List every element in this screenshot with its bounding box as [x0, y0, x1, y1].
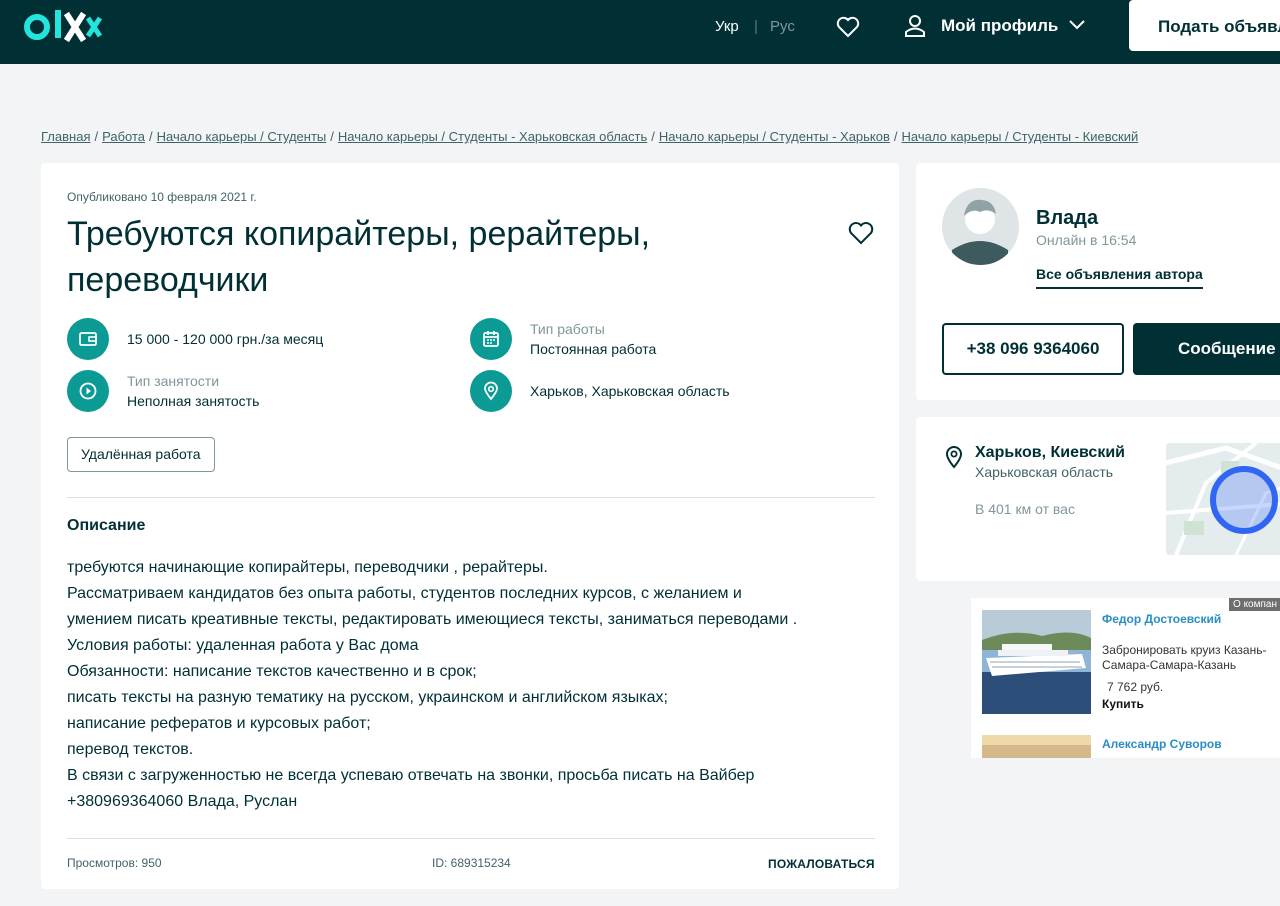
post-ad-button[interactable]: Подать объявл [1129, 0, 1280, 51]
description-line: Обязанности: написание текстов качествен… [67, 663, 477, 680]
listing-id: ID: 689315234 [432, 856, 511, 870]
description-line: Условия работы: удаленная работа у Вас д… [67, 637, 419, 654]
seller-name: Влада [1036, 207, 1099, 229]
description-line: перевод текстов. [67, 741, 194, 758]
breadcrumb: Главная / Работа / Начало карьеры / Студенты… [41, 129, 1139, 144]
ad-about-badge[interactable]: О компан [1229, 598, 1280, 611]
description-line: написание рефератов и курсовых работ; [67, 715, 371, 732]
lang-ukr-link[interactable]: Укр [715, 18, 739, 35]
breadcrumb-kharkiv-region[interactable]: Начало карьеры / Студенты - Харьковская … [338, 129, 647, 144]
work-type-value: Постоянная работа [530, 341, 657, 357]
location-pin-icon [470, 370, 512, 412]
work-type-label: Тип работы [530, 321, 605, 337]
breadcrumb-kyivskyi[interactable]: Начало карьеры / Студенты - Киевский [902, 129, 1139, 144]
message-button[interactable]: Сообщение [1133, 323, 1280, 375]
breadcrumb-career-start[interactable]: Начало карьеры / Студенты [157, 129, 327, 144]
description-line: Рассматриваем кандидатов без опыта работ… [67, 585, 742, 602]
location-map[interactable] [1166, 443, 1280, 555]
lang-separator: | [754, 18, 758, 35]
all-seller-ads-link[interactable]: Все объявления автора [1036, 266, 1203, 289]
seller-online-status: Онлайн в 16:54 [1036, 232, 1137, 248]
my-profile-link[interactable]: Мой профиль [941, 16, 1058, 36]
description-heading: Описание [67, 517, 146, 534]
employment-label: Тип занятости [127, 373, 220, 389]
favorites-heart-icon[interactable] [836, 16, 860, 38]
seller-card: Влада Онлайн в 16:54 Все объявления авто… [916, 163, 1280, 400]
ad-block: О компан Федор Достоевский Забронировать… [971, 598, 1280, 758]
description-line: писать тексты на разную тематику на русс… [67, 689, 668, 706]
breadcrumb-kharkiv[interactable]: Начало карьеры / Студенты - Харьков [659, 129, 890, 144]
location-distance: В 401 км от вас [975, 501, 1075, 517]
breadcrumb-home[interactable]: Главная [41, 129, 90, 144]
favorite-heart-icon[interactable] [848, 221, 874, 245]
ad-item1-text: Забронировать круиз Казань-Самара-Самара… [1102, 643, 1267, 672]
listing-card: Опубликовано 10 февраля 2021 г. Требуютс… [41, 163, 899, 889]
salary-value: 15 000 - 120 000 грн./за месяц [127, 331, 324, 347]
ad-item1-price: 7 762 руб. [1107, 680, 1164, 694]
top-header: Укр | Рус Мой профиль Подать объявл [0, 0, 1280, 64]
ad-cruise-image[interactable] [982, 735, 1091, 758]
views-count: Просмотров: 950 [67, 856, 162, 870]
location-city: Харьков, Киевский [975, 444, 1125, 461]
description-text: требуются начинающие копирайтеры, перево… [67, 555, 887, 815]
breadcrumb-work[interactable]: Работа [102, 129, 145, 144]
location-card: Харьков, Киевский Харьковская область В … [916, 417, 1280, 581]
avatar[interactable] [942, 188, 1019, 265]
employment-value: Неполная занятость [127, 393, 260, 409]
ad-item1-title[interactable]: Федор Достоевский [1102, 612, 1221, 626]
lang-rus-link[interactable]: Рус [770, 18, 795, 35]
remote-work-tag[interactable]: Удалённая работа [67, 437, 215, 472]
description-line: требуются начинающие копирайтеры, перево… [67, 559, 548, 576]
description-line: +380969364060 Влада, Руслан [67, 793, 298, 810]
description-line: В связи с загруженностью не всегда успев… [67, 767, 755, 784]
report-button[interactable]: ПОЖАЛОВАТЬСЯ [768, 857, 875, 871]
user-icon[interactable] [904, 14, 926, 38]
wallet-icon [67, 318, 109, 360]
description-line: умением писать креативные тексты, редакт… [67, 611, 798, 628]
location-pin-icon [945, 446, 963, 469]
location-region: Харьковская область [975, 464, 1114, 480]
divider [67, 838, 875, 839]
divider [67, 497, 875, 498]
chevron-down-icon[interactable] [1068, 18, 1086, 32]
ad-ship-image[interactable] [982, 610, 1091, 714]
published-date: Опубликовано 10 февраля 2021 г. [67, 190, 257, 204]
phone-button[interactable]: +38 096 9364060 [942, 323, 1124, 375]
clock-play-icon [67, 370, 109, 412]
listing-title: Требуются копирайтеры, рерайтеры, перево… [67, 215, 651, 299]
ad-item2-title[interactable]: Александр Суворов [1102, 737, 1222, 751]
location-value: Харьков, Харьковская область [530, 383, 730, 399]
olx-logo[interactable] [24, 8, 102, 48]
calendar-icon [470, 318, 512, 360]
ad-buy-button[interactable]: Купить [1102, 697, 1144, 711]
